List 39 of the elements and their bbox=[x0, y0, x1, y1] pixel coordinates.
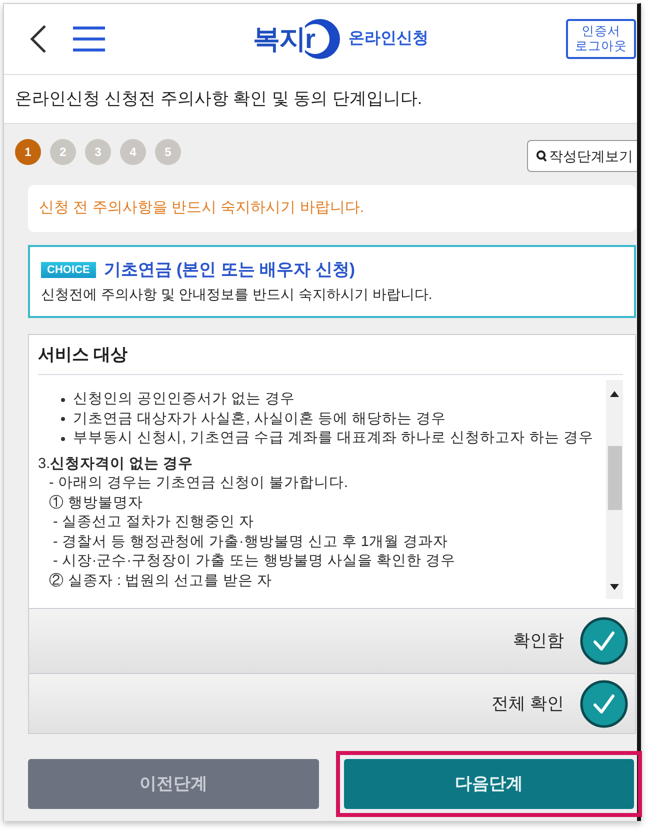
checked-circle-icon[interactable] bbox=[580, 680, 628, 728]
service-text: - 시장·군수·구청장이 가출 또는 행방불명 사실을 확인한 경우 bbox=[53, 553, 456, 569]
service-text: - 아래의 경우는 기초연금 신청이 불가합니다. bbox=[49, 475, 348, 491]
service-text: - 경찰서 등 행정관청에 가출·행방불명 신고 후 1개월 경과자 bbox=[53, 534, 448, 550]
notice-text: 신청 전 주의사항을 반드시 숙지하시기 바랍니다. bbox=[39, 198, 364, 218]
service-text: 부부동시 신청시, 기초연금 수급 계좌를 대표계좌 하나로 신청하고자 하는 경우 bbox=[73, 429, 594, 448]
confirm-label: 전체 확인 bbox=[491, 692, 564, 715]
scrollbar[interactable] bbox=[606, 380, 623, 599]
step-view-button[interactable]: 작성단계보기 bbox=[527, 140, 637, 172]
next-step-button[interactable]: 다음단계 bbox=[344, 759, 634, 809]
choice-description: 신청전에 주의사항 및 안내정보를 반드시 숙지하시기 바랍니다. bbox=[41, 284, 432, 304]
confirm-row[interactable]: 확인함 bbox=[29, 608, 635, 673]
page-subtitle: 온라인신청 신청전 주의사항 확인 및 동의 단계입니다. bbox=[15, 88, 422, 110]
step-indicator[interactable]: 1 bbox=[15, 139, 41, 165]
checked-circle-icon[interactable] bbox=[580, 617, 628, 665]
service-text: ① 행방불명자 bbox=[49, 494, 144, 510]
choice-badge: CHOICE bbox=[41, 262, 96, 278]
confirm-label: 확인함 bbox=[513, 630, 564, 652]
choice-title: 기초연금 (본인 또는 배우자 신청) bbox=[104, 259, 355, 281]
scroll-up-icon[interactable] bbox=[610, 391, 619, 397]
panel-title: 서비스 대상 bbox=[38, 345, 128, 364]
service-text: - 실종선고 절차가 진행중인 자 bbox=[53, 514, 254, 530]
logout-button[interactable]: 인증서 로그아웃 bbox=[566, 19, 636, 59]
previous-step-button[interactable]: 이전단계 bbox=[28, 759, 318, 809]
service-text: 신청인의 공인인증서가 없는 경우 bbox=[73, 390, 296, 409]
service-text: 기초연금 대상자가 사실혼, 사실이혼 등에 해당하는 경우 bbox=[73, 410, 446, 428]
search-icon bbox=[536, 150, 547, 162]
service-text: ② 실종자 : 법원의 선고를 받은 자 bbox=[49, 572, 272, 588]
bullet-icon bbox=[61, 417, 65, 422]
scrollbar-thumb[interactable] bbox=[608, 446, 622, 510]
logo-text: 복지r bbox=[253, 26, 315, 52]
bullet-icon bbox=[61, 398, 65, 402]
bullet-icon bbox=[61, 436, 65, 441]
confirm-row[interactable]: 전체 확인 bbox=[29, 673, 635, 733]
back-chevron-icon[interactable] bbox=[29, 24, 47, 54]
menu-icon[interactable] bbox=[73, 26, 105, 52]
service-name: 온라인신청 bbox=[348, 29, 429, 49]
section-heading: 3.신청자격이 없는 경우 bbox=[38, 456, 194, 472]
scroll-down-icon[interactable] bbox=[610, 584, 619, 590]
